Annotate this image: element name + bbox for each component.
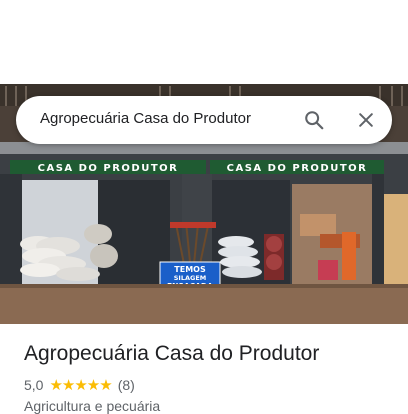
place-title: Agropecuária Casa do Produtor — [24, 342, 320, 365]
column-right — [372, 174, 384, 289]
search-icon — [305, 111, 324, 130]
store-sign-right: CASA DO PRODUTOR — [227, 163, 368, 174]
close-icon — [359, 113, 373, 127]
star-rating-icon: ★★★★★ — [49, 376, 112, 394]
search-button[interactable] — [300, 106, 328, 134]
search-input[interactable]: Agropecuária Casa do Produtor — [40, 110, 280, 127]
place-category: Agricultura e pecuária — [24, 398, 161, 414]
search-bar[interactable]: Agropecuária Casa do Produtor — [16, 96, 392, 144]
promo-sign-line1: TEMOS — [174, 265, 206, 274]
top-blank-area — [0, 0, 408, 84]
store-sign-left: CASA DO PRODUTOR — [38, 163, 179, 174]
close-button[interactable] — [352, 106, 380, 134]
rating-row[interactable]: 5,0 ★★★★★ (8) — [24, 376, 135, 394]
review-count[interactable]: (8) — [118, 377, 135, 393]
sidewalk — [0, 284, 408, 324]
rating-value: 5,0 — [24, 377, 44, 393]
wooden-door — [384, 194, 408, 286]
place-info-panel: Agropecuária Casa do Produtor 5,0 ★★★★★ … — [0, 324, 408, 414]
promo-sign-line2: SILAGEM — [174, 274, 207, 282]
column-left — [0, 174, 22, 289]
